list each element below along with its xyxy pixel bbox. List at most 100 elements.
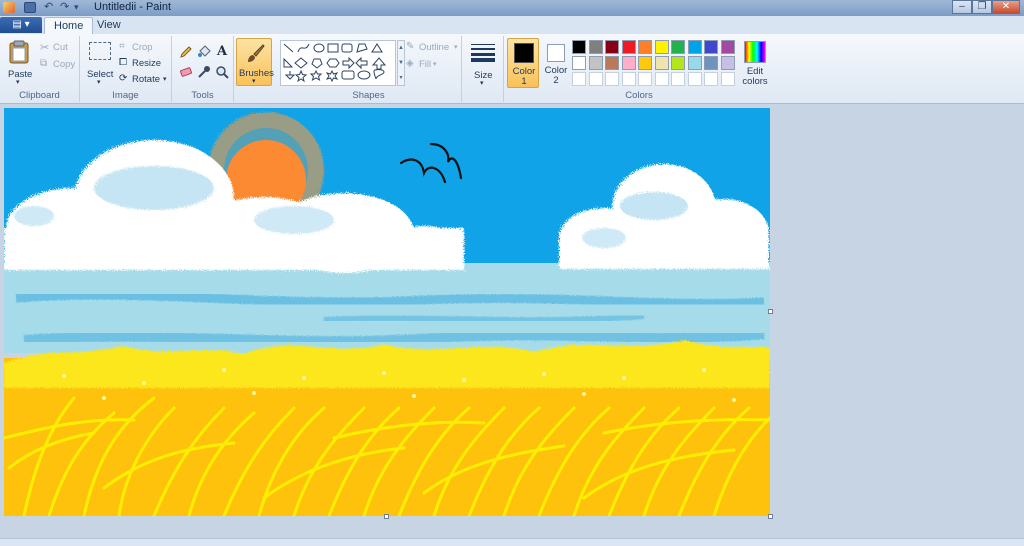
drawing-canvas[interactable] [4,108,770,516]
fill-bucket-icon[interactable] [196,44,212,60]
fill-icon: ◈ [406,58,414,69]
palette-swatch[interactable] [588,40,603,54]
custom-color-slot[interactable] [687,72,702,86]
palette-swatch[interactable] [687,40,702,54]
color-wheel-icon [744,41,766,63]
fill-button[interactable]: ◈ Fill ▾ [406,58,462,72]
resize-button[interactable]: ⧠ Resize [118,57,168,71]
paint-menu-button[interactable]: ▤ ▾ [0,17,42,33]
clipboard-group: Paste ▾ ✂ Cut ⧉ Copy Clipboard [0,36,80,102]
image-group-label: Image [112,90,139,101]
color2-label: Color 2 [544,65,568,86]
palette-swatch[interactable] [687,56,702,70]
ribbon-tab-row: ▤ ▾ Home View [0,16,1024,34]
crop-button[interactable]: ⌗ Crop [118,41,168,55]
paste-button[interactable]: Paste ▾ [4,38,34,86]
outline-button[interactable]: ✎ Outline ▾ [406,41,462,55]
custom-color-slot[interactable] [605,72,619,86]
palette-swatch[interactable] [638,56,652,70]
line-size-icon [471,44,495,62]
palette-swatch[interactable] [572,40,586,54]
paint-app-icon[interactable] [3,2,15,13]
cut-label: Cut [53,42,68,53]
status-bar [0,538,1024,546]
minimize-button[interactable]: – [952,0,972,14]
tools-group-label: Tools [191,90,214,101]
custom-color-slot[interactable] [720,72,735,86]
palette-swatch[interactable] [671,40,685,54]
color2-swatch [547,44,565,62]
palette-swatch[interactable] [671,56,685,70]
image-group: Select ▾ ⌗ Crop ⧠ Resize ⟳ Rotate ▾ Imag… [80,36,172,102]
copy-button[interactable]: ⧉ Copy [38,58,78,72]
eraser-icon[interactable] [178,64,194,80]
palette-swatch[interactable] [572,56,586,70]
palette-swatch[interactable] [704,56,718,70]
custom-color-slot[interactable] [654,72,669,86]
palette-swatch[interactable] [720,56,735,70]
size-button[interactable]: Size ▾ [466,40,500,88]
palette-swatch[interactable] [638,40,652,54]
ribbon: Paste ▾ ✂ Cut ⧉ Copy Clipboard Select ▾ … [0,34,1024,104]
brushes-button[interactable]: Brushes ▾ [236,38,274,86]
color2-button[interactable]: Color 2 [540,38,572,88]
rotate-button[interactable]: ⟳ Rotate ▾ [118,73,170,87]
resize-handle-bottom[interactable] [384,514,389,519]
custom-color-slot[interactable] [621,72,636,86]
palette-swatch[interactable] [621,56,636,70]
resize-handle-right[interactable] [768,309,773,314]
fill-dropdown-icon: ▾ [433,61,437,68]
palette-swatch[interactable] [720,40,735,54]
palette-swatch[interactable] [654,56,669,70]
custom-color-slot[interactable] [671,72,685,86]
palette-swatch[interactable] [704,40,718,54]
pencil-icon[interactable] [178,44,194,60]
magnifier-icon[interactable] [214,64,230,80]
custom-color-slot[interactable] [638,72,652,86]
color1-button[interactable]: Color 1 [507,38,539,88]
undo-icon[interactable]: ↶ [44,2,56,13]
color1-label: Color 1 [512,66,536,87]
title-bar: ↶ ↷ ▾ Untitledii - Paint – ❐ ✕ [0,0,1024,16]
water-streak [323,313,645,324]
resize-handle-corner[interactable] [768,514,773,519]
palette-swatch[interactable] [588,56,603,70]
paste-dropdown-icon: ▾ [16,79,20,86]
select-button[interactable]: Select ▾ [86,40,114,86]
rotate-dropdown-icon: ▾ [163,76,167,83]
palette-swatch[interactable] [654,40,669,54]
custom-color-slot[interactable] [588,72,603,86]
shapes-scroll[interactable]: ▲ ▼ ▾ [397,40,405,86]
custom-color-slot[interactable] [704,72,718,86]
shapes-gallery[interactable] [280,40,396,86]
edit-colors-button[interactable]: Edit colors [738,38,772,88]
color-picker-icon[interactable] [196,64,212,80]
custom-color-slot[interactable] [572,72,586,86]
size-dropdown-icon: ▾ [480,80,484,87]
wheat-field [4,340,770,516]
text-icon[interactable]: A [214,44,230,60]
shapes-group: ▲ ▼ ▾ ✎ Outline ▾ ◈ Fill ▾ Shapes [276,36,462,102]
copy-label: Copy [53,59,76,70]
palette-swatch[interactable] [605,40,619,54]
cut-button[interactable]: ✂ Cut [38,41,78,55]
canvas-workspace[interactable] [0,104,1024,538]
save-icon[interactable] [24,2,36,13]
rotate-label: Rotate [132,74,160,85]
color1-swatch [514,43,534,63]
close-button[interactable]: ✕ [992,0,1020,14]
tools-group: A Tools [172,36,234,102]
resize-label: Resize [132,58,162,69]
clipboard-group-label: Clipboard [19,90,60,101]
customize-quick-access-icon[interactable]: ▾ [74,2,86,13]
tab-home[interactable]: Home [44,17,94,34]
tab-view[interactable]: View [88,17,130,34]
palette-swatch[interactable] [621,40,636,54]
palette-swatch[interactable] [605,56,619,70]
brushes-label: Brushes [239,68,274,79]
select-rectangle-icon [89,42,111,60]
redo-icon[interactable]: ↷ [60,2,72,13]
restore-button[interactable]: ❐ [972,0,992,14]
scissors-icon: ✂ [40,42,50,54]
crop-label: Crop [132,42,153,53]
